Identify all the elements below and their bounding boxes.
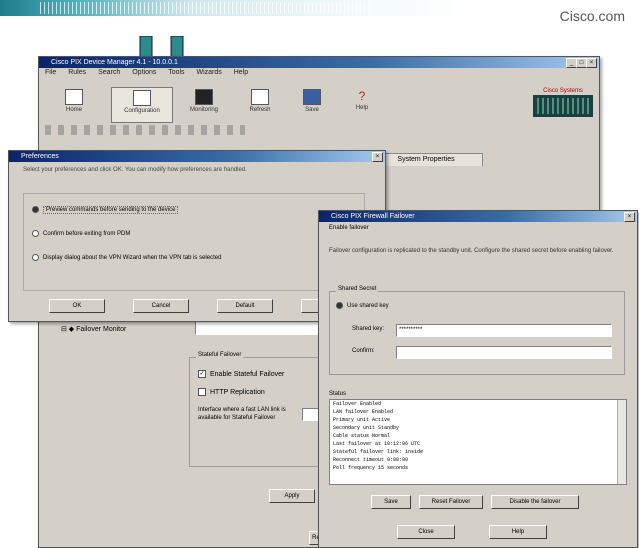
- preferences-ok-button[interactable]: OK: [49, 299, 105, 313]
- failover-description: Failover configuration is replicated to …: [329, 248, 614, 254]
- configuration-icon: [133, 90, 151, 106]
- confirm-key-input[interactable]: [396, 346, 612, 359]
- status-line: LAN failover Enabled: [333, 409, 394, 415]
- status-line: Cable status Normal: [333, 433, 391, 439]
- menu-tools[interactable]: Tools: [168, 69, 184, 76]
- refresh-icon: [251, 89, 269, 105]
- menu-options[interactable]: Options: [132, 69, 156, 76]
- preferences-description: Select your preferences and click OK. Yo…: [23, 167, 247, 173]
- cisco-logo: Cisco Systems: [533, 87, 593, 117]
- shared-key-label: Shared key:: [352, 326, 385, 332]
- toolbar-monitoring-button[interactable]: Monitoring: [181, 87, 227, 121]
- menu-file[interactable]: File: [45, 69, 56, 76]
- preview-commands-radio[interactable]: Preview commands before sending to the d…: [32, 206, 179, 215]
- status-line: Reconnect timeout 0:00:00: [333, 457, 409, 463]
- menu-help[interactable]: Help: [234, 69, 248, 76]
- shared-key-input[interactable]: **********: [396, 324, 612, 337]
- status-line: Last failover at 10:12:06 UTC: [333, 441, 421, 447]
- tree-expand-icon: ⊟ ◆: [61, 326, 77, 333]
- preferences-options-group: Preview commands before sending to the d…: [23, 193, 365, 291]
- toolbar-refresh-button[interactable]: Refresh: [237, 87, 283, 121]
- reset-failover-button[interactable]: Reset Failover: [419, 495, 483, 509]
- failover-close-dialog-button[interactable]: Close: [397, 525, 455, 539]
- status-scrollbar[interactable]: [617, 400, 626, 484]
- save-icon: [303, 89, 321, 105]
- asdm-title: Cisco PIX Device Manager 4.1 - 10.0.0.1: [39, 57, 599, 68]
- shared-secret-group: Shared Secret Use shared key Shared key:…: [329, 286, 625, 375]
- stateful-failover-legend: Stateful Failover: [196, 352, 244, 358]
- toolbar-home-button[interactable]: Home: [51, 87, 97, 121]
- system-properties-tab[interactable]: System Properties: [369, 153, 483, 166]
- preferences-cancel-button[interactable]: Cancel: [133, 299, 189, 313]
- preferences-default-button[interactable]: Default: [217, 299, 273, 313]
- vpn-wizard-radio[interactable]: Display dialog about the VPN Wizard when…: [32, 254, 221, 261]
- menu-wizards[interactable]: Wizards: [196, 69, 221, 76]
- use-key-radio[interactable]: Use shared key: [336, 302, 389, 309]
- http-replication-checkbox[interactable]: HTTP Replication: [198, 388, 265, 396]
- status-line: Failover Enabled: [333, 401, 382, 407]
- failover-save-button[interactable]: Save: [371, 495, 411, 509]
- preferences-title: Preferences: [9, 151, 385, 162]
- brand-link[interactable]: Cisco.com: [560, 8, 625, 24]
- home-icon: [65, 89, 83, 105]
- status-line: Primary unit Active: [333, 417, 391, 423]
- failover-heading: Enable failover: [329, 225, 369, 231]
- close-button[interactable]: ×: [586, 58, 597, 68]
- apply-button[interactable]: Apply: [269, 489, 315, 503]
- status-line: Poll frequency 15 seconds: [333, 465, 409, 471]
- secondary-toolbar: [45, 125, 245, 135]
- enable-stateful-checkbox[interactable]: ✓ Enable Stateful Failover: [198, 370, 284, 378]
- menu-bar: File Rules Search Options Tools Wizards …: [39, 68, 599, 78]
- status-legend: Status: [329, 391, 347, 397]
- toolbar-save-button[interactable]: Save: [289, 87, 335, 121]
- top-banner: [0, 0, 639, 16]
- failover-help-button[interactable]: Help: [489, 525, 547, 539]
- failover-title: Cisco PIX Firewall Failover: [319, 211, 637, 222]
- status-line: Stateful failover link: inside: [333, 449, 424, 455]
- shared-secret-legend: Shared Secret: [336, 286, 379, 292]
- confirm-exit-radio[interactable]: Confirm before exiting from PDM: [32, 230, 130, 237]
- failover-close-button[interactable]: ×: [624, 212, 635, 222]
- status-line: Secondary unit Standby: [333, 425, 400, 431]
- monitoring-icon: [195, 89, 213, 105]
- failover-dialog: Cisco PIX Firewall Failover × Enable fai…: [318, 210, 638, 548]
- menu-rules[interactable]: Rules: [68, 69, 86, 76]
- toolbar-help-button[interactable]: ? Help: [339, 87, 385, 121]
- help-icon: ?: [358, 89, 366, 103]
- status-textarea[interactable]: Failover Enabled LAN failover Enabled Pr…: [329, 399, 627, 485]
- confirm-label: Confirm:: [352, 348, 375, 354]
- disable-failover-button[interactable]: Disable the failover: [491, 495, 579, 509]
- toolbar-configuration-button[interactable]: Configuration: [111, 87, 173, 123]
- interface-note: Interface where a fast LAN link is avail…: [198, 407, 286, 421]
- tree-item-failover-monitor[interactable]: ⊟ ◆ Failover Monitor: [61, 325, 126, 333]
- preferences-close-button[interactable]: ×: [372, 152, 383, 162]
- menu-search[interactable]: Search: [98, 69, 120, 76]
